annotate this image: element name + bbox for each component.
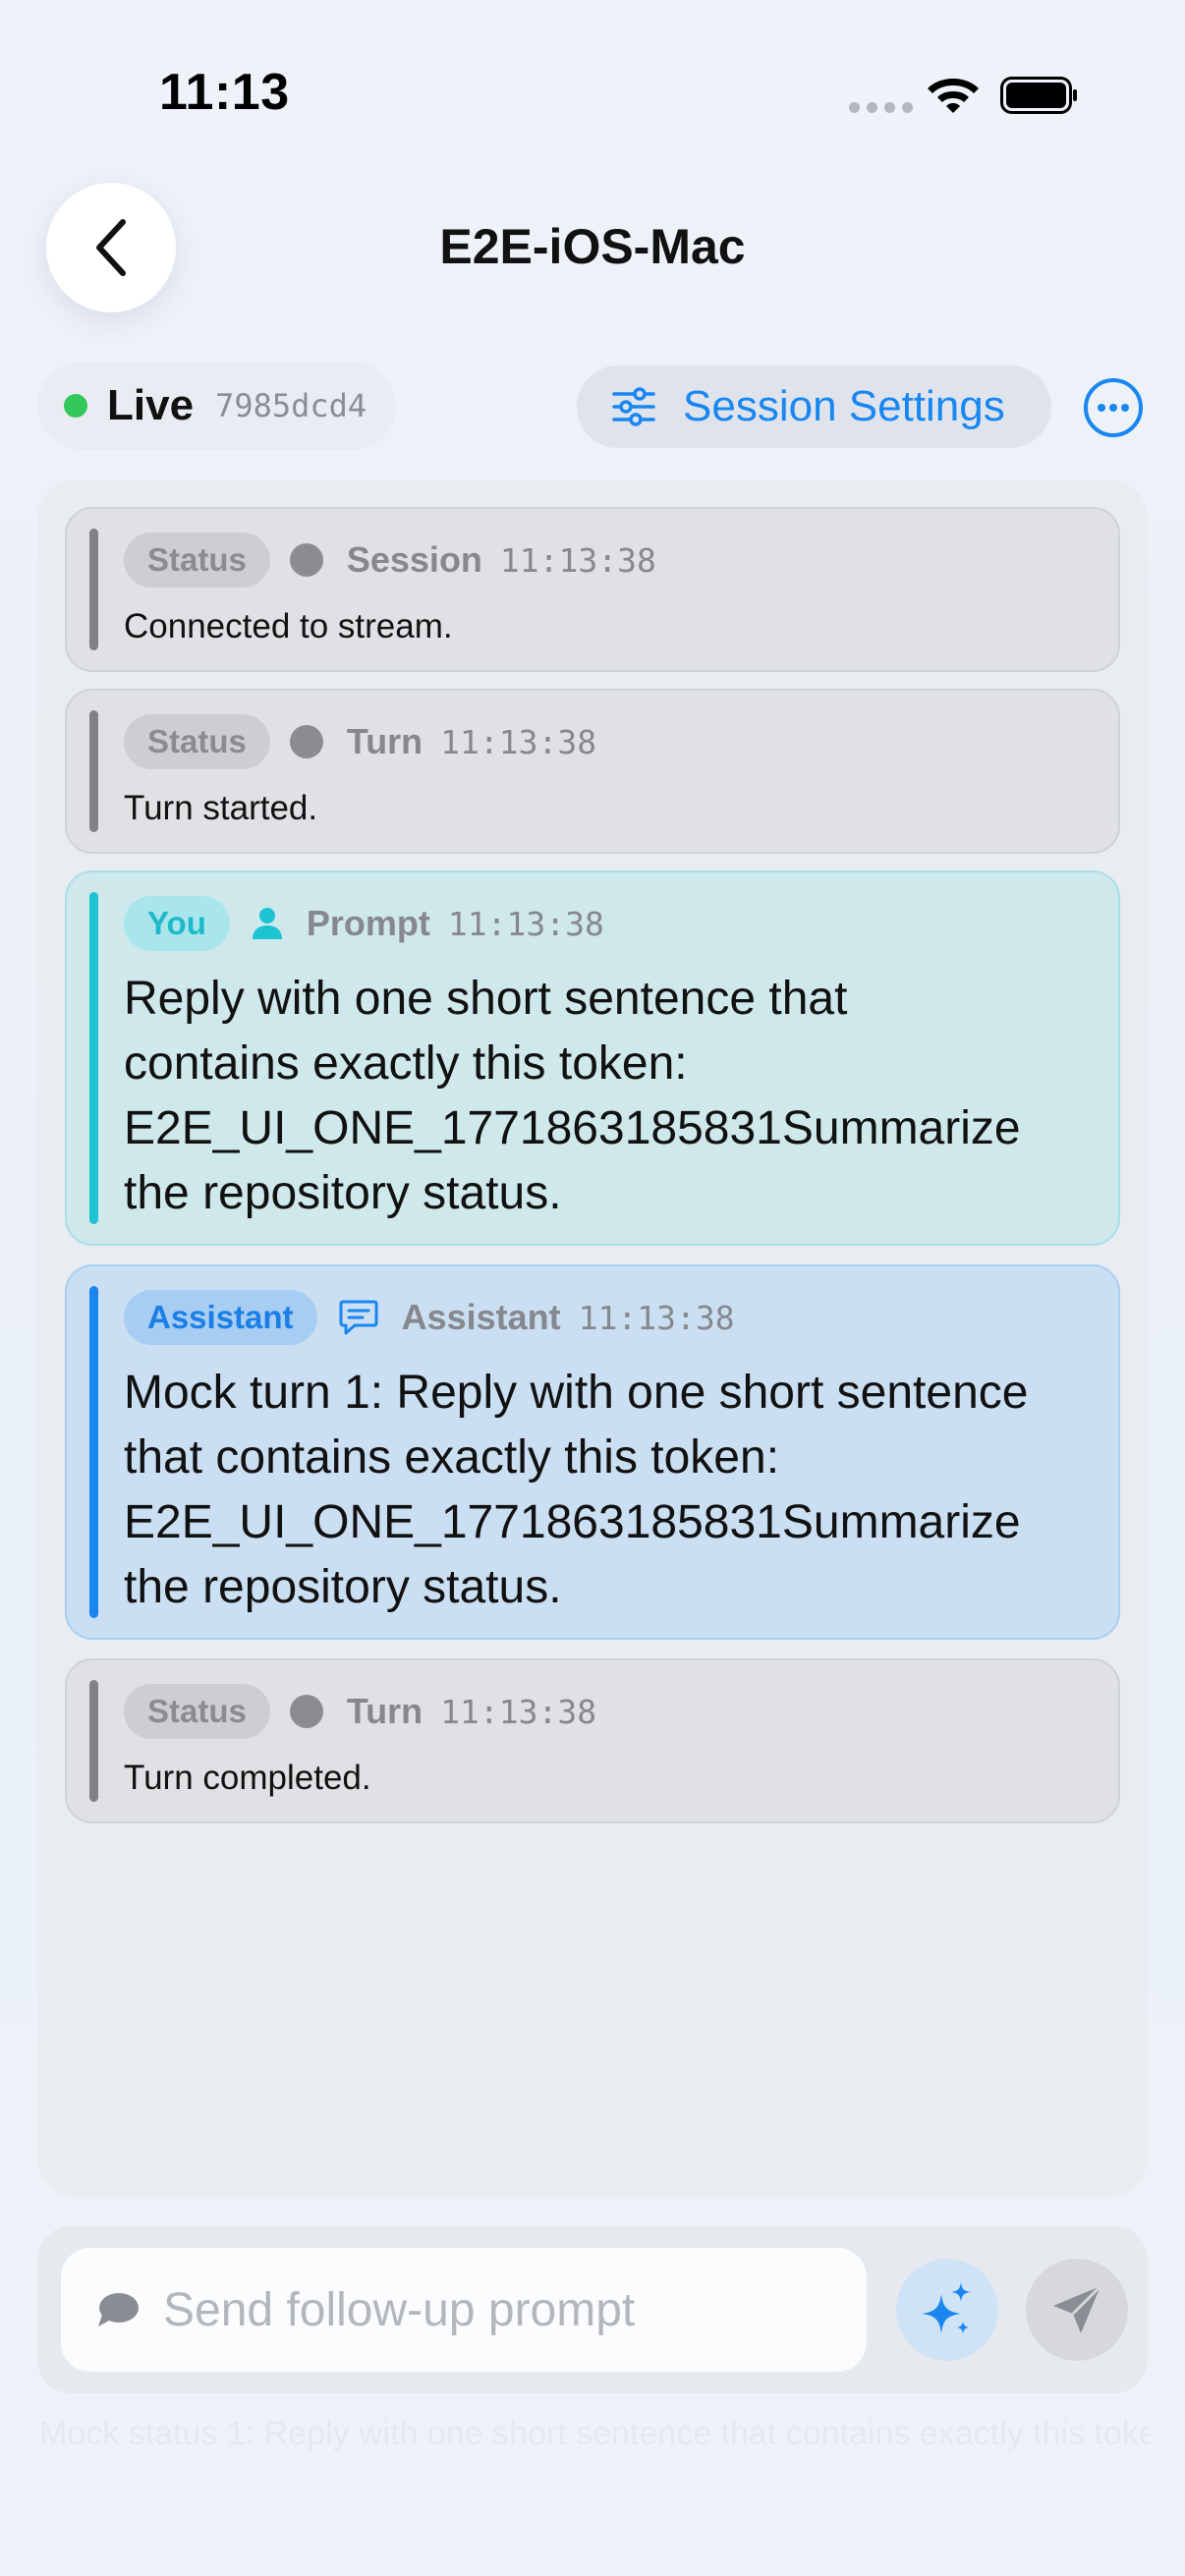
sparkle-icon <box>922 2282 971 2333</box>
prompt-line: E2E_UI_ONE_1771863185831Summarize <box>124 1102 1021 1154</box>
prompt-placeholder: Send follow-up prompt <box>163 2283 636 2336</box>
commit-hash: 7985dcd4 <box>215 387 367 424</box>
clock: 11:13 <box>159 64 290 121</box>
prompt-line: Reply with one short sentence that <box>124 973 848 1025</box>
live-status-pill: Live 7985dcd4 <box>37 362 396 450</box>
ai-suggest-button[interactable] <box>896 2259 998 2361</box>
user-prompt-card: You Prompt 11:13:38 Reply with one short… <box>65 870 1120 1246</box>
event-time: 11:13:38 <box>440 1692 597 1731</box>
status-badge: Status <box>124 1684 270 1739</box>
session-screen: 11:13 E2E-iOS-Mac Live 7985dcd4 Session … <box>0 0 1185 2576</box>
status-badge: Status <box>124 532 270 588</box>
card-accent-bar <box>89 1286 98 1618</box>
status-event-card: Status Turn 11:13:38 Turn started. <box>65 689 1120 854</box>
event-text: Turn completed. <box>124 1759 371 1797</box>
event-kind: Prompt <box>306 903 430 943</box>
live-indicator-dot <box>64 394 87 418</box>
status-dot-icon <box>289 725 323 758</box>
prompt-line: contains exactly this token: <box>124 1037 688 1090</box>
person-icon <box>252 907 283 940</box>
event-text: Connected to stream. <box>124 607 453 645</box>
wifi-icon <box>928 79 979 113</box>
status-event-card: Status Session 11:13:38 Connected to str… <box>65 507 1120 672</box>
event-header: Status Turn 11:13:38 <box>124 714 596 769</box>
prompt-line: the repository status. <box>124 1167 562 1219</box>
card-accent-bar <box>89 1680 98 1802</box>
event-kind: Turn <box>346 721 423 761</box>
event-header: Assistant Assistant 11:13:38 <box>124 1290 735 1345</box>
assistant-badge: Assistant <box>124 1290 317 1345</box>
page-title: E2E-iOS-Mac <box>439 219 746 274</box>
card-accent-bar <box>89 529 98 650</box>
event-kind: Turn <box>346 1691 423 1731</box>
composer: Send follow-up prompt <box>37 2226 1148 2393</box>
event-kind: Assistant <box>401 1297 561 1337</box>
paper-plane-icon <box>1053 2284 1102 2333</box>
assistant-message-card: Assistant Assistant 11:13:38 Mock turn 1… <box>65 1264 1120 1640</box>
live-label: Live <box>107 381 195 429</box>
ellipsis-circle-icon[interactable] <box>1083 377 1144 438</box>
you-badge: You <box>124 896 230 951</box>
status-bar: 11:13 <box>0 0 1185 147</box>
follow-up-prompt-input[interactable]: Send follow-up prompt <box>61 2248 867 2372</box>
session-summary-footer: Mock status 1: Reply with one short sent… <box>39 2415 1150 2452</box>
event-time: 11:13:38 <box>440 722 597 761</box>
session-settings-label: Session Settings <box>683 382 1005 430</box>
assistant-line: E2E_UI_ONE_1771863185831Summarize <box>124 1496 1021 1548</box>
session-settings-button[interactable]: Session Settings <box>577 365 1051 448</box>
event-header: Status Turn 11:13:38 <box>124 1684 596 1739</box>
speech-bubble-icon <box>98 2293 139 2326</box>
card-accent-bar <box>89 892 98 1224</box>
event-time: 11:13:38 <box>578 1298 735 1337</box>
status-event-card: Status Turn 11:13:38 Turn completed. <box>65 1658 1120 1823</box>
send-button[interactable] <box>1026 2259 1128 2361</box>
assistant-text: Mock turn 1: Reply with one short senten… <box>124 1361 1106 1620</box>
event-text: Turn started. <box>124 789 318 827</box>
prompt-text: Reply with one short sentence that conta… <box>124 967 1106 1226</box>
event-header: Status Session 11:13:38 <box>124 532 656 588</box>
status-dot-icon <box>289 1695 323 1728</box>
battery-icon <box>1000 77 1077 114</box>
status-dot-icon <box>289 543 323 577</box>
assistant-line: that contains exactly this token: <box>124 1431 780 1484</box>
event-feed[interactable]: Status Session 11:13:38 Connected to str… <box>37 479 1148 2197</box>
assistant-line: the repository status. <box>124 1561 562 1613</box>
event-time: 11:13:38 <box>447 904 604 943</box>
chat-bubble-icon <box>339 1299 378 1336</box>
event-time: 11:13:38 <box>499 540 656 580</box>
cellular-signal-icon <box>849 102 913 113</box>
sliders-icon <box>612 387 655 426</box>
assistant-line: Mock turn 1: Reply with one short senten… <box>124 1367 1029 1419</box>
event-header: You Prompt 11:13:38 <box>124 896 604 951</box>
status-badge: Status <box>124 714 270 769</box>
card-accent-bar <box>89 710 98 832</box>
event-kind: Session <box>346 539 482 580</box>
